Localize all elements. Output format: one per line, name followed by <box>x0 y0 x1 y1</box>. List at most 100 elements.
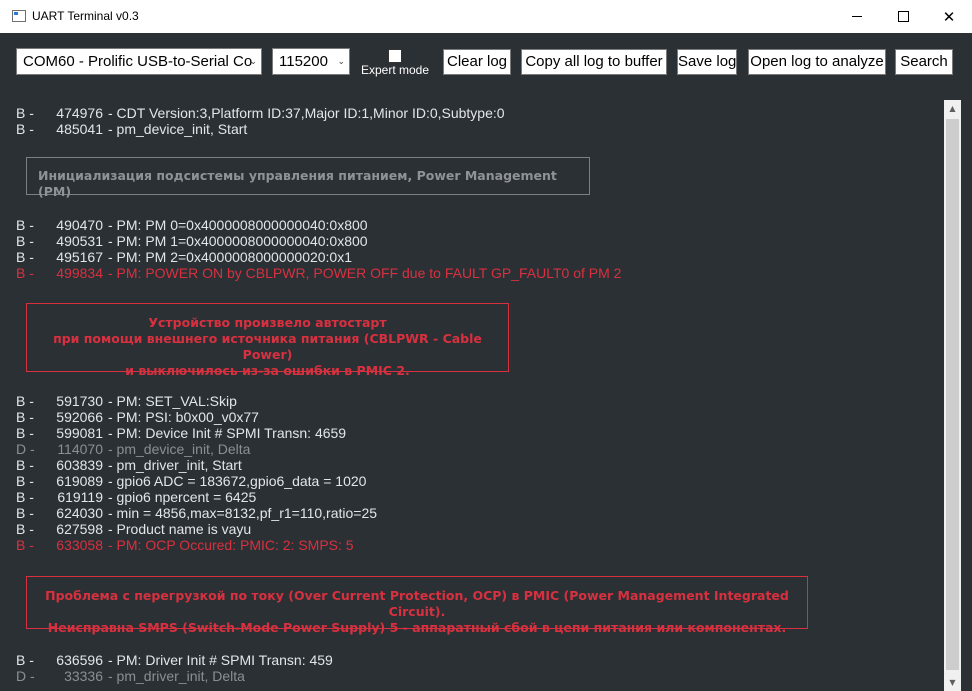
log-tag: B - <box>16 233 34 249</box>
log-line: B - 627598 - Product name is vayu <box>16 521 251 537</box>
log-line: B - 485041 - pm_device_init, Start <box>16 121 247 137</box>
save-log-button[interactable]: Save log <box>677 49 737 75</box>
log-line: B - 490531 - PM: PM 1=0x4000008000000040:0… <box>16 233 368 249</box>
log-timestamp: 633058 <box>56 537 103 553</box>
log-timestamp: 499834 <box>56 265 103 281</box>
log-timestamp: 490470 <box>56 217 103 233</box>
log-line: B - 490470 - PM: PM 0=0x4000008000000040:0… <box>16 217 368 233</box>
log-text: - gpio6 ADC = 183672,gpio6_data = 1020 <box>108 473 367 489</box>
log-timestamp: 591730 <box>56 393 103 409</box>
log-line: B - 591730 - PM: SET_VAL:Skip <box>16 393 237 409</box>
log-tag: B - <box>16 537 34 553</box>
log-text: - PM: SET_VAL:Skip <box>108 393 237 409</box>
baud-select-value: 115200 <box>279 53 328 70</box>
open-log-button[interactable]: Open log to analyze <box>748 49 886 75</box>
maximize-button[interactable] <box>880 0 926 33</box>
log-line-error: B - 633058 - PM: OCP Occured: PMIC: 2: SMP… <box>16 537 354 553</box>
annotation-line: Проблема с перегрузкой по току (Over Cur… <box>45 588 789 619</box>
log-tag: B - <box>16 505 34 521</box>
log-text: - PM: PM 2=0x4000008000000020:0x1 <box>108 249 353 265</box>
port-select[interactable]: COM60 - Prolific USB-to-Serial Co ⌄ <box>16 48 262 75</box>
chevron-down-icon: ⌄ <box>249 56 257 66</box>
minimize-icon <box>852 16 862 17</box>
log-tag: B - <box>16 393 34 409</box>
log-line: B - 619119 - gpio6 npercent = 6425 <box>16 489 256 505</box>
annotation-ocp: Проблема с перегрузкой по току (Over Cur… <box>26 576 808 635</box>
search-button[interactable]: Search <box>895 49 953 75</box>
log-tag: B - <box>16 409 34 425</box>
expert-mode-checkbox[interactable] <box>388 49 402 63</box>
log-text: - PM: PM 1=0x4000008000000040:0x800 <box>108 233 368 249</box>
log-tag: B - <box>16 521 34 537</box>
log-text: - pm_device_init, Start <box>108 121 248 137</box>
log-line-error: B - 499834 - PM: POWER ON by CBLPWR, POWER… <box>16 265 621 281</box>
log-timestamp: 474976 <box>56 105 103 121</box>
annotation-line: Неисправна SMPS (Switch-Mode Power Suppl… <box>47 620 787 635</box>
log-view[interactable]: B - 474976 - CDT Version:3,Platform ID:37,… <box>0 100 944 691</box>
log-timestamp: 33336 <box>64 668 103 684</box>
chevron-down-icon: ⌄ <box>337 56 345 66</box>
expert-mode-label: Expert mode <box>361 63 430 77</box>
log-text: - PM: PSI: b0x00_v0x77 <box>108 409 259 425</box>
log-tag: D - <box>16 668 35 684</box>
log-text: - PM: Driver Init # SPMI Transn: 459 <box>108 652 333 668</box>
log-line: B - 619089 - gpio6 ADC = 183672,gpio6_data… <box>16 473 366 489</box>
annotation-autostart: Устройство произвело автостарт при помощ… <box>26 303 509 378</box>
scrollbar-thumb[interactable] <box>946 119 959 670</box>
log-timestamp: 599081 <box>56 425 103 441</box>
title-bar: UART Terminal v0.3 ✕ <box>0 0 972 34</box>
log-text: - min = 4856,max=8132,pf_r1=110,ratio=25 <box>108 505 378 521</box>
log-tag: B - <box>16 489 34 505</box>
clear-log-button[interactable]: Clear log <box>443 49 511 75</box>
log-timestamp: 490531 <box>56 233 103 249</box>
vertical-scrollbar[interactable]: ▲ ▼ <box>944 100 961 691</box>
close-icon: ✕ <box>942 7 956 26</box>
maximize-icon <box>897 11 909 22</box>
log-timestamp: 603839 <box>56 457 103 473</box>
log-text: - pm_device_init, Delta <box>108 441 251 457</box>
baud-select[interactable]: 115200 ⌄ <box>272 48 350 75</box>
log-timestamp: 495167 <box>56 249 103 265</box>
log-text: - gpio6 npercent = 6425 <box>108 489 257 505</box>
annotation-line: при помощи внешнего источника питания (C… <box>53 331 482 362</box>
log-timestamp: 619119 <box>57 489 103 505</box>
scroll-down-icon[interactable]: ▼ <box>944 674 961 691</box>
log-line-debug: D - 33336 - pm_driver_init, Delta <box>16 668 245 684</box>
log-tag: B - <box>16 425 34 441</box>
log-text: - PM: Device Init # SPMI Transn: 4659 <box>108 425 347 441</box>
log-line: B - 636596 - PM: Driver Init # SPMI Transn… <box>16 652 333 668</box>
log-line: B - 624030 - min = 4856,max=8132,pf_r1=110… <box>16 505 377 521</box>
copy-log-button[interactable]: Copy all log to buffer <box>521 49 667 75</box>
scroll-up-icon[interactable]: ▲ <box>944 100 961 117</box>
annotation-line: Устройство произвело автостарт <box>148 315 387 330</box>
window-title: UART Terminal v0.3 <box>32 9 139 23</box>
port-select-value: COM60 - Prolific USB-to-Serial Co <box>23 53 253 70</box>
log-timestamp: 627598 <box>56 521 103 537</box>
log-line: B - 599081 - PM: Device Init # SPMI Transn… <box>16 425 346 441</box>
minimize-button[interactable] <box>834 0 880 33</box>
close-button[interactable]: ✕ <box>926 0 972 33</box>
log-tag: B - <box>16 265 34 281</box>
log-tag: B - <box>16 652 34 668</box>
log-text: - PM: PM 0=0x4000008000000040:0x800 <box>108 217 368 233</box>
log-timestamp: 485041 <box>56 121 103 137</box>
log-tag: B - <box>16 249 34 265</box>
annotation-pm-init: Инициализация подсистемы управления пита… <box>26 157 590 199</box>
log-text: - PM: POWER ON by CBLPWR, POWER OFF due … <box>108 265 622 281</box>
log-tag: D - <box>16 441 35 457</box>
log-timestamp: 619089 <box>56 473 103 489</box>
log-line: B - 495167 - PM: PM 2=0x4000008000000020:0… <box>16 249 352 265</box>
log-timestamp: 592066 <box>56 409 103 425</box>
annotation-line: и выключилось из-за ошибки в PMIC 2. <box>125 363 410 378</box>
log-line: B - 592066 - PM: PSI: b0x00_v0x77 <box>16 409 259 425</box>
log-timestamp: 636596 <box>56 652 103 668</box>
log-line: B - 474976 - CDT Version:3,Platform ID:37,… <box>16 105 505 121</box>
log-tag: B - <box>16 473 34 489</box>
log-line-debug: D - 114070 - pm_device_init, Delta <box>16 441 250 457</box>
log-text: - CDT Version:3,Platform ID:37,Major ID:… <box>108 105 505 121</box>
log-text: - PM: OCP Occured: PMIC: 2: SMPS: 5 <box>108 537 354 553</box>
log-text: - Product name is vayu <box>108 521 252 537</box>
log-timestamp: 624030 <box>56 505 103 521</box>
log-line: B - 603839 - pm_driver_init, Start <box>16 457 242 473</box>
log-tag: B - <box>16 217 34 233</box>
